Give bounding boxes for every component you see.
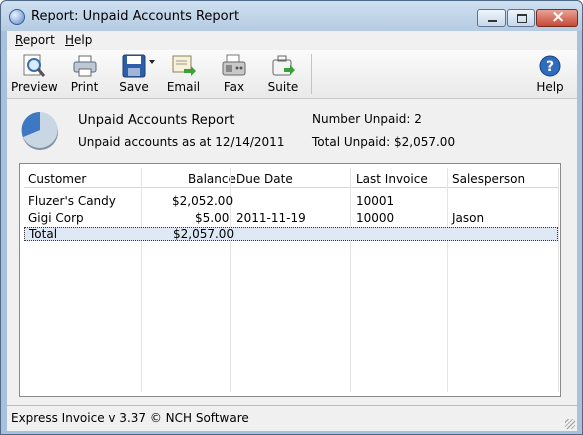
header-due-date[interactable]: Due Date (236, 172, 293, 186)
toolbar: Preview Print Save Email Fax Suite ? Hel… (7, 50, 577, 99)
print-button[interactable]: Print (67, 52, 102, 96)
fax-button[interactable]: Fax (219, 52, 249, 96)
menu-report[interactable]: Report (15, 33, 55, 47)
window-title: Report: Unpaid Accounts Report (31, 9, 240, 24)
minimize-button[interactable] (477, 9, 506, 27)
help-button[interactable]: ? Help (534, 52, 566, 96)
cell-salesperson: Jason (452, 211, 485, 225)
app-window: Report: Unpaid Accounts Report Report He… (0, 0, 583, 435)
title-bar: Report: Unpaid Accounts Report (1, 1, 582, 31)
svg-text:?: ? (546, 59, 554, 75)
save-label: Save (119, 80, 149, 94)
print-label: Print (70, 80, 99, 94)
header-salesperson[interactable]: Salesperson (452, 172, 525, 186)
save-button[interactable]: Save (115, 52, 155, 96)
printer-icon (72, 54, 98, 78)
number-unpaid: Number Unpaid: 2 (312, 112, 422, 126)
suite-label: Suite (267, 80, 299, 94)
header-customer[interactable]: Customer (28, 172, 86, 186)
total-label: Total (29, 227, 58, 241)
magnifier-icon (21, 54, 47, 78)
column-divider (141, 168, 142, 392)
header-last-invoice[interactable]: Last Invoice (356, 172, 428, 186)
maximize-button[interactable] (507, 9, 535, 27)
cell-balance: $2,052.00 (172, 194, 234, 208)
column-divider (447, 168, 448, 392)
menu-help[interactable]: Help (65, 33, 92, 47)
suite-button[interactable]: Suite (265, 52, 301, 96)
cell-balance: $5.00 (195, 211, 230, 225)
resize-grip[interactable] (565, 419, 575, 429)
preview-button[interactable]: Preview (11, 52, 58, 96)
fax-label: Fax (223, 80, 245, 94)
total-unpaid: Total Unpaid: $2,057.00 (312, 135, 456, 149)
pie-chart-icon (20, 110, 61, 152)
table-header: Customer Balance Due Date Last Invoice S… (24, 168, 558, 188)
cell-last-invoice: 10000 (356, 211, 395, 225)
cell-customer: Gigi Corp (28, 211, 84, 225)
email-icon (171, 54, 197, 78)
preview-label: Preview (11, 80, 58, 94)
close-button[interactable] (536, 7, 578, 27)
accounts-table[interactable]: Customer Balance Due Date Last Invoice S… (19, 163, 561, 397)
status-bar: Express Invoice v 3.37 © NCH Software (7, 405, 577, 431)
help-icon: ? (537, 54, 563, 78)
cell-last-invoice: 10001 (356, 194, 395, 208)
total-row[interactable]: Total $2,057.00 (24, 227, 558, 241)
email-button[interactable]: Email (164, 52, 203, 96)
header-balance[interactable]: Balance (188, 172, 236, 186)
briefcase-icon (270, 54, 296, 78)
email-label: Email (166, 80, 201, 94)
help-label: Help (536, 80, 564, 94)
total-balance: $2,057.00 (173, 227, 235, 241)
floppy-disk-icon (121, 54, 155, 78)
menu-bar: Report Help (7, 31, 577, 50)
status-text: Express Invoice v 3.37 © NCH Software (11, 411, 249, 425)
column-divider (558, 168, 559, 392)
report-subtitle: Unpaid accounts as at 12/14/2011 (78, 135, 285, 149)
column-divider (350, 168, 351, 392)
report-title: Unpaid Accounts Report (78, 113, 235, 128)
cell-customer: Fluzer's Candy (28, 194, 116, 208)
toolbar-separator (311, 54, 312, 94)
fax-icon (221, 54, 247, 78)
app-icon (9, 9, 25, 25)
cell-due-date: 2011-11-19 (236, 211, 306, 225)
